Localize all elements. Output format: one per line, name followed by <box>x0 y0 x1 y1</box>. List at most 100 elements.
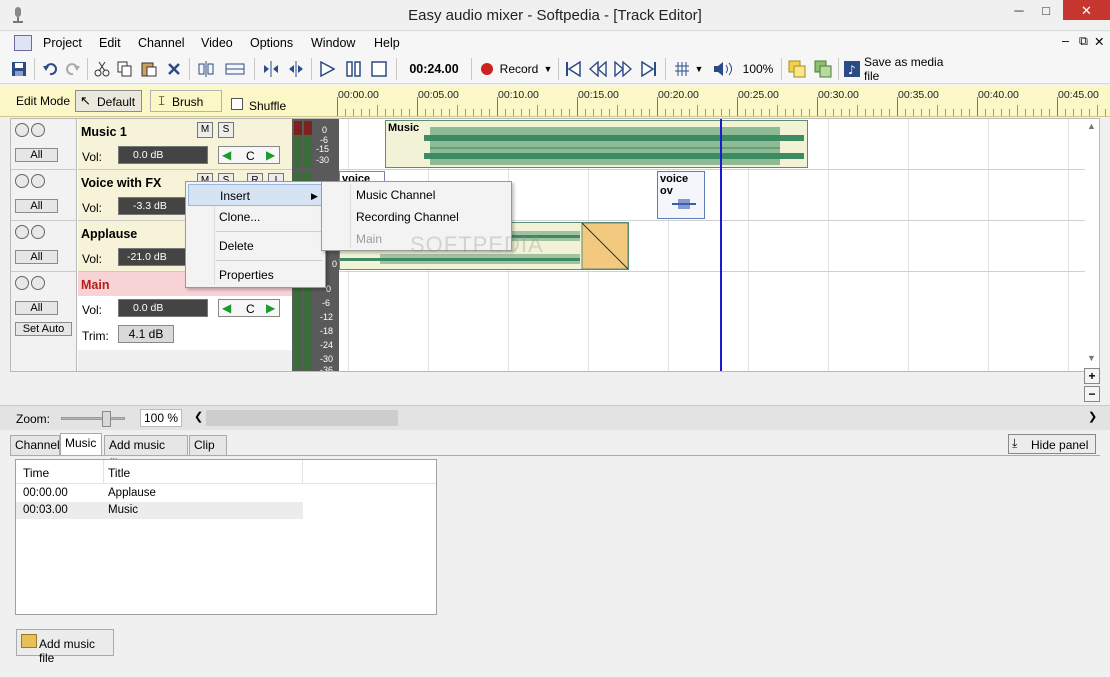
menu-options[interactable]: Options <box>250 36 293 50</box>
trim-left-icon[interactable] <box>260 58 282 80</box>
menu-help[interactable]: Help <box>374 36 400 50</box>
scroll-up-icon[interactable]: ▲ <box>1087 121 1099 133</box>
hide-panel-button[interactable]: ⤓ Hide panel <box>1008 434 1096 454</box>
trim-value[interactable]: 4.1 dB <box>118 325 174 343</box>
copy-icon[interactable] <box>115 58 135 80</box>
tab-add-music-file[interactable]: Add music file... <box>104 435 188 470</box>
menu-item-music-channel[interactable]: Music Channel <box>322 184 511 206</box>
solo-round-icon[interactable] <box>31 174 45 188</box>
timeline-ruler[interactable]: 00:00.00 00:05.00 00:10.00 00:15.00 00:20.00… <box>337 85 1110 116</box>
track-name[interactable]: Main <box>81 278 109 292</box>
inner-restore-button[interactable]: ⧉ <box>1079 34 1088 49</box>
save-icon[interactable] <box>9 58 29 80</box>
mute-button[interactable]: M <box>197 122 213 138</box>
save-media-button[interactable]: Save as media file <box>864 55 960 83</box>
zoom-slider[interactable] <box>61 411 125 427</box>
fast-forward-icon[interactable] <box>612 58 634 80</box>
menu-item-recording-channel[interactable]: Recording Channel <box>322 206 511 228</box>
list-row[interactable]: 00:00.00 Applause <box>16 485 303 502</box>
go-end-icon[interactable] <box>638 58 660 80</box>
cut-icon[interactable] <box>92 58 112 80</box>
tab-clip[interactable]: Clip <box>189 435 227 455</box>
solo-round-icon[interactable] <box>31 276 45 290</box>
menu-project[interactable]: Project <box>43 36 82 50</box>
menu-item-insert[interactable]: Insert ▶ <box>188 184 323 206</box>
scroll-left-icon[interactable]: ❮ <box>194 410 203 423</box>
all-button[interactable]: All <box>15 250 58 264</box>
list-row[interactable]: 00:03.00 Music <box>16 502 303 519</box>
set-auto-button[interactable]: Set Auto <box>15 322 72 336</box>
join-icon[interactable] <box>222 58 248 80</box>
zoom-in-icon[interactable]: + <box>1084 368 1100 384</box>
horizontal-scrollbar[interactable] <box>206 410 398 426</box>
zoom-slider-thumb[interactable] <box>102 411 111 427</box>
maximize-button[interactable]: □ <box>1031 0 1061 22</box>
close-button[interactable]: ✕ <box>1063 0 1110 20</box>
pan-right-icon[interactable]: ▶ <box>266 301 275 315</box>
track-name[interactable]: Music 1 <box>81 125 127 139</box>
go-start-icon[interactable] <box>562 58 584 80</box>
track-name[interactable]: Applause <box>81 227 137 241</box>
shuffle-checkbox[interactable] <box>231 98 243 110</box>
record-button[interactable]: Record <box>498 58 540 80</box>
grid-dropdown-icon[interactable]: ▼ <box>694 58 704 80</box>
rewind-icon[interactable] <box>587 58 609 80</box>
all-button[interactable]: All <box>15 199 58 213</box>
zoom-out-icon[interactable]: − <box>1084 386 1100 402</box>
music-note-icon[interactable]: ♪ <box>842 58 862 80</box>
trim-right-icon[interactable] <box>285 58 307 80</box>
pan-control[interactable]: ◀ C ▶ <box>218 146 280 164</box>
menu-edit[interactable]: Edit <box>99 36 121 50</box>
scroll-right-icon[interactable]: ❯ <box>1088 410 1097 423</box>
record-icon[interactable] <box>478 58 496 80</box>
menu-item-properties[interactable]: Properties <box>186 264 325 286</box>
column-header-title[interactable]: Title <box>108 466 130 480</box>
solo-round-icon[interactable] <box>31 225 45 239</box>
all-button[interactable]: All <box>15 148 58 162</box>
stop-icon[interactable] <box>368 58 390 80</box>
pan-left-icon[interactable]: ◀ <box>222 148 231 162</box>
track-name[interactable]: Voice with FX <box>81 176 161 190</box>
playhead[interactable] <box>720 119 722 371</box>
mute-round-icon[interactable] <box>15 276 29 290</box>
add-music-file-button[interactable]: Add music file <box>16 629 114 665</box>
brush-mode-button[interactable]: 𝙸 Brush <box>150 90 222 112</box>
tab-music[interactable]: Music <box>60 433 102 455</box>
volume-slider[interactable]: 0.0 dB <box>118 146 208 164</box>
pan-right-icon[interactable]: ▶ <box>266 148 275 162</box>
music-clip[interactable]: Music <box>385 120 808 168</box>
default-mode-button[interactable]: ↖ Default <box>75 90 142 112</box>
pause-icon[interactable] <box>342 58 364 80</box>
menu-channel[interactable]: Channel <box>138 36 185 50</box>
split-icon[interactable] <box>195 58 217 80</box>
voice-clip[interactable]: voice ov <box>657 171 705 219</box>
menu-window[interactable]: Window <box>311 36 355 50</box>
tab-channel[interactable]: Channel <box>10 435 60 455</box>
column-header-time[interactable]: Time <box>23 466 49 480</box>
redo-icon[interactable] <box>63 58 83 80</box>
menu-item-delete[interactable]: Delete <box>186 235 325 257</box>
pan-control[interactable]: ◀ C ▶ <box>218 299 280 317</box>
menu-item-clone[interactable]: Clone... <box>186 206 325 228</box>
mute-round-icon[interactable] <box>15 174 29 188</box>
solo-button[interactable]: S <box>218 122 234 138</box>
mute-round-icon[interactable] <box>15 123 29 137</box>
overlay-green-icon[interactable] <box>812 58 834 80</box>
delete-icon[interactable] <box>164 58 184 80</box>
inner-minimize-button[interactable]: – <box>1062 34 1069 48</box>
pan-left-icon[interactable]: ◀ <box>222 301 231 315</box>
scroll-down-icon[interactable]: ▼ <box>1087 353 1099 365</box>
record-dropdown-icon[interactable]: ▼ <box>542 58 554 80</box>
paste-icon[interactable] <box>138 58 160 80</box>
grid-icon[interactable] <box>671 58 693 80</box>
mute-round-icon[interactable] <box>15 225 29 239</box>
menu-video[interactable]: Video <box>201 36 233 50</box>
play-icon[interactable] <box>316 58 338 80</box>
all-button[interactable]: All <box>15 301 58 315</box>
overlay-yellow-icon[interactable] <box>786 58 808 80</box>
volume-slider[interactable]: 0.0 dB <box>118 299 208 317</box>
speaker-icon[interactable] <box>712 58 736 80</box>
inner-close-button[interactable]: ✕ <box>1094 34 1104 49</box>
undo-icon[interactable] <box>40 58 60 80</box>
solo-round-icon[interactable] <box>31 123 45 137</box>
